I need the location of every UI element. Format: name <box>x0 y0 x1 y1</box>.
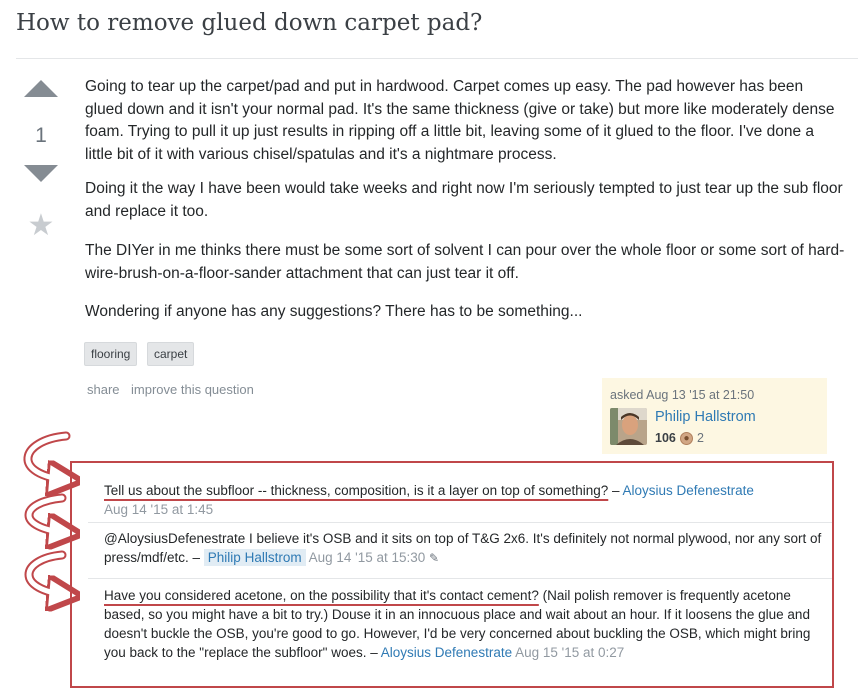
comment-date[interactable]: Aug 14 '15 at 1:45 <box>104 502 213 517</box>
bronze-badge-icon: ● <box>680 432 693 445</box>
reputation-score: 106 <box>655 431 676 445</box>
comment: Tell us about the subfloor -- thickness,… <box>104 481 824 519</box>
pencil-icon[interactable]: ✎ <box>429 551 439 565</box>
curved-arrow-icon <box>23 431 68 480</box>
avatar[interactable] <box>610 408 647 445</box>
comment-user-link[interactable]: Philip Hallstrom <box>203 549 306 566</box>
title-divider <box>16 58 858 59</box>
page-title[interactable]: How to remove glued down carpet pad? <box>16 10 482 36</box>
star-icon[interactable]: ★ <box>24 208 58 244</box>
question-paragraph: The DIYer in me thinks there must be som… <box>85 242 845 282</box>
comment-divider <box>88 522 832 523</box>
share-link[interactable]: share <box>87 382 120 397</box>
question-paragraph: Wondering if anyone has any suggestions?… <box>85 303 583 320</box>
annotation-arrows <box>23 431 80 630</box>
question-paragraph: Going to tear up the carpet/pad and put … <box>85 78 835 163</box>
vote-count: 1 <box>35 124 47 147</box>
comment-user-link[interactable]: Aloysius Defenestrate <box>381 645 512 660</box>
comment-separator: – <box>608 483 623 498</box>
comment-separator: – <box>366 645 381 660</box>
comment-date[interactable]: Aug 14 '15 at 15:30 <box>309 550 426 565</box>
comments-section: Tell us about the subfloor -- thickness,… <box>70 461 834 688</box>
improve-question-link[interactable]: improve this question <box>131 382 254 397</box>
tag-carpet[interactable]: carpet <box>147 342 195 366</box>
comment-highlighted-text: Tell us about the subfloor -- thickness,… <box>104 483 609 498</box>
arrow-up-icon[interactable] <box>24 80 58 97</box>
comment: @AloysiusDefenestrate I believe it's OSB… <box>104 529 824 568</box>
comment: Have you considered acetone, on the poss… <box>104 586 824 662</box>
bronze-badge-count: 2 <box>697 431 704 445</box>
tag-flooring[interactable]: flooring <box>84 342 138 366</box>
comment-separator: – <box>188 550 204 565</box>
user-signature-card: asked Aug 13 '15 at 21:50 Philip Hallstr… <box>602 378 827 454</box>
arrow-down-icon[interactable] <box>24 165 58 182</box>
asked-timestamp: asked Aug 13 '15 at 21:50 <box>610 388 755 402</box>
question-paragraph: Doing it the way I have been would take … <box>85 180 843 220</box>
comment-date[interactable]: Aug 15 '15 at 0:27 <box>515 645 624 660</box>
comment-user-link[interactable]: Aloysius Defenestrate <box>623 483 754 498</box>
comment-highlighted-text: Have you considered acetone, on the poss… <box>104 588 539 603</box>
comment-divider <box>88 578 832 579</box>
question-owner-link[interactable]: Philip Hallstrom <box>655 409 756 425</box>
